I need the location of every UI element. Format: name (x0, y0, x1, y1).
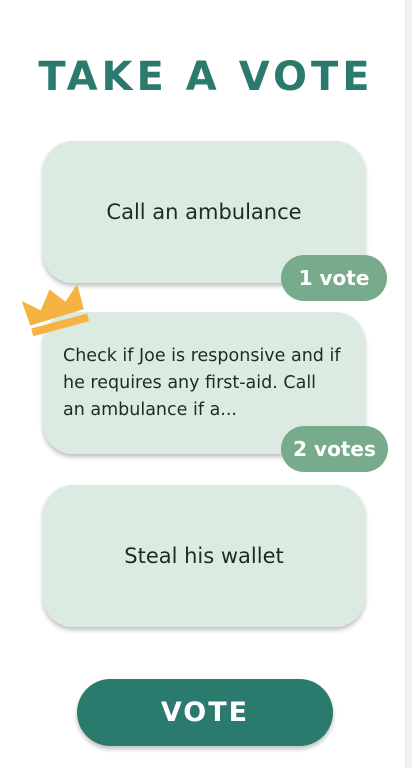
page-title: TAKE A VOTE (38, 54, 374, 100)
vote-button[interactable]: VOTE (77, 679, 333, 746)
option-label: Steal his wallet (124, 544, 284, 568)
crown-icon (22, 284, 89, 336)
option-label: Check if Joe is responsive and if he req… (63, 345, 341, 420)
scrollbar-edge (405, 0, 412, 768)
vote-count-badge: 2 votes (281, 426, 388, 472)
option-card-steal-wallet[interactable]: Steal his wallet (43, 485, 365, 627)
vote-count-badge: 1 vote (281, 255, 387, 301)
option-label: Call an ambulance (106, 200, 302, 224)
